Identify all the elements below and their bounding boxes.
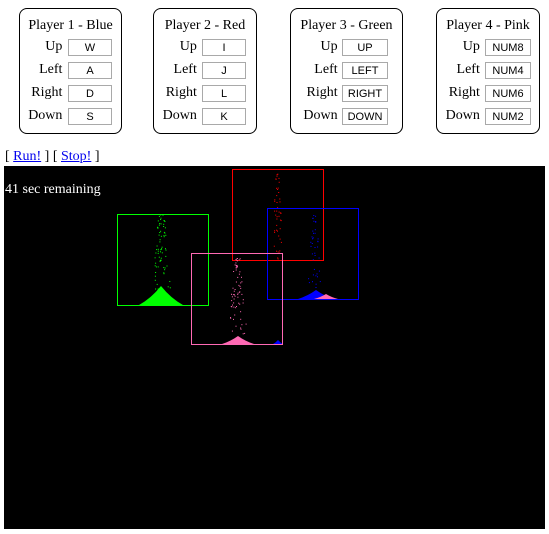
- close-bracket: ]: [91, 149, 100, 164]
- player-2-down-label: Down: [162, 108, 197, 123]
- player-1-right-label: Right: [31, 85, 63, 100]
- player-3-left-label: Left: [314, 62, 338, 77]
- pink-particle-stream: [230, 258, 247, 335]
- player-3-title: Player 3 - Green: [300, 18, 393, 33]
- red-player-box: [232, 169, 324, 261]
- pink-blue-sand-pile: [273, 340, 283, 344]
- player-1-panel: Player 1 - Blue Up Left Right Down: [19, 8, 122, 134]
- time-remaining: 41 sec remaining: [5, 182, 101, 197]
- player-3-panel: Player 3 - Green Up Left Right Down: [290, 8, 403, 134]
- player-2-up-input[interactable]: [202, 39, 246, 56]
- player-4-right-label: Right: [448, 85, 480, 100]
- player-3-left-input[interactable]: [342, 62, 388, 79]
- player-1-right-input[interactable]: [68, 85, 112, 102]
- player-2-title: Player 2 - Red: [164, 18, 246, 33]
- player-2-right-input[interactable]: [202, 85, 246, 102]
- red-particle-stream: [273, 173, 282, 260]
- player-3-up-input[interactable]: [342, 39, 388, 56]
- player-1-down-input[interactable]: [68, 108, 112, 125]
- player-2-right-label: Right: [165, 85, 197, 100]
- green-particle-stream: [154, 214, 171, 290]
- player-4-down-label: Down: [445, 108, 480, 123]
- player-3-right-label: Right: [306, 85, 338, 100]
- player-1-left-input[interactable]: [68, 62, 112, 79]
- player-2-left-input[interactable]: [202, 62, 246, 79]
- player-3-up-label: Up: [320, 39, 338, 54]
- game-arena[interactable]: 41 sec remaining: [4, 166, 545, 529]
- green-sand-pile: [139, 286, 183, 305]
- player-4-up-label: Up: [462, 39, 480, 54]
- player-2-left-label: Left: [173, 62, 197, 77]
- pink-sand-pile: [222, 336, 254, 344]
- player-4-title: Player 4 - Pink: [446, 18, 530, 33]
- game-controls: [ Run! ] [ Stop! ]: [5, 149, 100, 165]
- player-4-down-input[interactable]: [485, 108, 531, 125]
- player-1-up-label: Up: [45, 39, 63, 54]
- player-1-left-label: Left: [39, 62, 63, 77]
- player-3-down-input[interactable]: [342, 108, 388, 125]
- player-2-up-label: Up: [179, 39, 197, 54]
- player-3-down-label: Down: [303, 108, 338, 123]
- player-4-left-label: Left: [456, 62, 480, 77]
- arena-canvas: [117, 169, 359, 345]
- player-4-right-input[interactable]: [485, 85, 531, 102]
- blue-particle-stream: [308, 215, 321, 288]
- player-4-left-input[interactable]: [485, 62, 531, 79]
- stop-link[interactable]: Stop!: [61, 149, 91, 164]
- player-1-title: Player 1 - Blue: [28, 18, 113, 33]
- player-1-up-input[interactable]: [68, 39, 112, 56]
- open-bracket: [: [5, 149, 14, 164]
- bracket-separator: ] [: [41, 149, 61, 164]
- player-3-right-input[interactable]: [342, 85, 388, 102]
- player-1-down-label: Down: [28, 108, 63, 123]
- player-2-panel: Player 2 - Red Up Left Right Down: [153, 8, 257, 134]
- player-2-down-input[interactable]: [202, 108, 246, 125]
- player-4-up-input[interactable]: [485, 39, 531, 56]
- run-link[interactable]: Run!: [13, 149, 41, 164]
- player-4-panel: Player 4 - Pink Up Left Right Down: [436, 8, 540, 134]
